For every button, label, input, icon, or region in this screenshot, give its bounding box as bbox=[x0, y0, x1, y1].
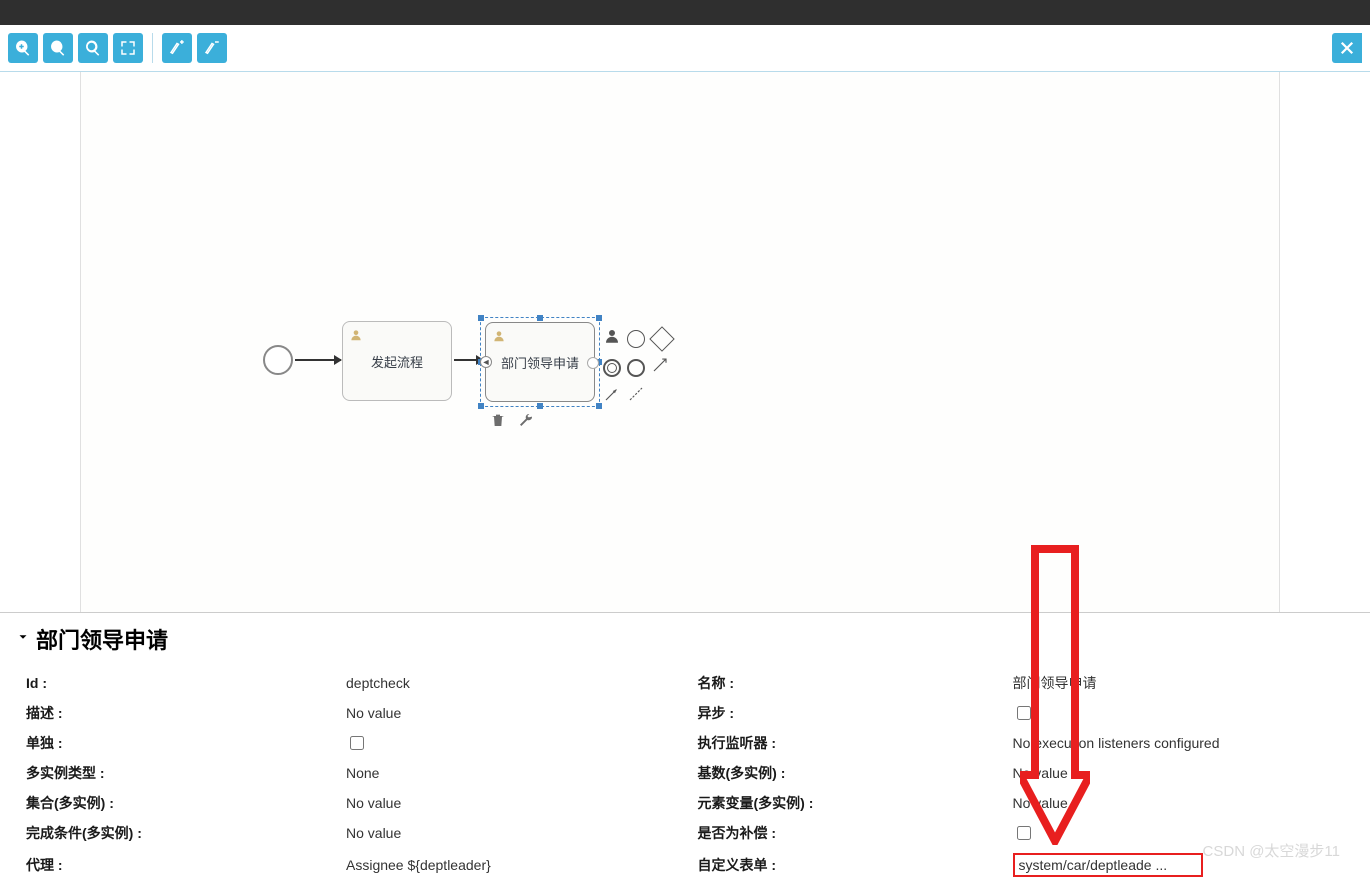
panel-title: 部门领导申请 bbox=[36, 623, 168, 655]
user-task-label: 部门领导申请 bbox=[501, 353, 579, 372]
prop-label[interactable]: 名称 : bbox=[688, 673, 1013, 693]
panel-title-row[interactable]: 部门领导申请 bbox=[16, 623, 1354, 655]
boundary-event-icon[interactable] bbox=[627, 359, 645, 377]
intermediate-event-icon[interactable] bbox=[627, 330, 645, 348]
prop-checkbox[interactable] bbox=[350, 736, 364, 750]
prop-label[interactable]: 异步 : bbox=[688, 703, 1013, 723]
toolbar bbox=[0, 25, 1370, 72]
prop-label[interactable]: 描述 : bbox=[16, 703, 346, 723]
prop-value[interactable] bbox=[1013, 703, 1355, 723]
highlighted-value[interactable]: system/car/deptleade ... bbox=[1013, 853, 1203, 877]
prop-value[interactable]: No value bbox=[1013, 795, 1355, 811]
prop-value[interactable]: No value bbox=[346, 825, 688, 841]
start-event-node[interactable] bbox=[263, 345, 293, 375]
chevron-down-icon bbox=[16, 630, 30, 649]
property-grid: Id :deptcheck名称 :部门领导申请描述 :No value异步 :单… bbox=[16, 673, 1354, 877]
prop-label[interactable]: 多实例类型 : bbox=[16, 763, 346, 783]
wrench-icon[interactable] bbox=[518, 412, 534, 433]
prop-label[interactable]: 代理 : bbox=[16, 855, 346, 875]
prop-value[interactable] bbox=[346, 733, 688, 753]
fit-screen-button[interactable] bbox=[113, 33, 143, 63]
prop-label[interactable]: 元素变量(多实例) : bbox=[688, 793, 1013, 813]
toolbar-separator bbox=[152, 33, 153, 63]
watermark: CSDN @太空漫步11 bbox=[1203, 840, 1340, 861]
association-icon[interactable] bbox=[627, 385, 645, 408]
tool-group-align bbox=[162, 33, 227, 63]
task-left-connector: ◄ bbox=[480, 356, 492, 368]
properties-panel: 部门领导申请 Id :deptcheck名称 :部门领导申请描述 :No val… bbox=[0, 612, 1370, 871]
user-task-start-process[interactable]: 发起流程 bbox=[342, 321, 452, 401]
user-task-icon bbox=[349, 328, 363, 342]
canvas-area[interactable]: 发起流程 ◄ 部门领导申请 bbox=[0, 72, 1370, 612]
prop-label[interactable]: 完成条件(多实例) : bbox=[16, 823, 346, 843]
context-pad-below bbox=[490, 412, 534, 433]
gateway-icon[interactable] bbox=[649, 326, 674, 351]
prop-value[interactable]: deptcheck bbox=[346, 675, 688, 691]
zoom-reset-button[interactable] bbox=[78, 33, 108, 63]
close-button[interactable] bbox=[1332, 33, 1362, 63]
zoom-in-button[interactable] bbox=[8, 33, 38, 63]
prop-value[interactable]: No value bbox=[346, 705, 688, 721]
zoom-out-button[interactable] bbox=[43, 33, 73, 63]
prop-value[interactable]: No value bbox=[346, 795, 688, 811]
prop-value[interactable]: No value bbox=[1013, 765, 1355, 781]
user-icon[interactable] bbox=[603, 327, 621, 350]
canvas-inner bbox=[80, 72, 1280, 612]
prop-value[interactable]: No execution listeners configured bbox=[1013, 735, 1355, 751]
prop-value[interactable]: None bbox=[346, 765, 688, 781]
tool-group-zoom bbox=[8, 33, 143, 63]
context-pad-right bbox=[603, 327, 673, 408]
connect-remove-button[interactable] bbox=[197, 33, 227, 63]
user-task-label: 发起流程 bbox=[371, 352, 423, 371]
connect-arrow-icon[interactable] bbox=[603, 385, 621, 408]
prop-value[interactable]: 部门领导申请 bbox=[1013, 673, 1355, 693]
prop-label[interactable]: 集合(多实例) : bbox=[16, 793, 346, 813]
prop-label[interactable]: 是否为补偿 : bbox=[688, 823, 1013, 843]
expand-icon[interactable] bbox=[651, 356, 669, 379]
window-top-bar bbox=[0, 0, 1370, 25]
prop-label[interactable]: 自定义表单 : bbox=[688, 855, 1013, 875]
prop-checkbox[interactable] bbox=[1017, 706, 1031, 720]
prop-label[interactable]: Id : bbox=[16, 675, 346, 691]
prop-label[interactable]: 基数(多实例) : bbox=[688, 763, 1013, 783]
prop-label[interactable]: 执行监听器 : bbox=[688, 733, 1013, 753]
delete-icon[interactable] bbox=[490, 412, 506, 433]
end-event-icon[interactable] bbox=[603, 359, 621, 377]
connect-add-button[interactable] bbox=[162, 33, 192, 63]
user-task-dept-leader[interactable]: ◄ 部门领导申请 bbox=[485, 322, 595, 402]
prop-label[interactable]: 单独 : bbox=[16, 733, 346, 753]
prop-checkbox[interactable] bbox=[1017, 826, 1031, 840]
sequence-flow-1[interactable] bbox=[295, 359, 341, 361]
user-task-icon bbox=[492, 329, 506, 343]
